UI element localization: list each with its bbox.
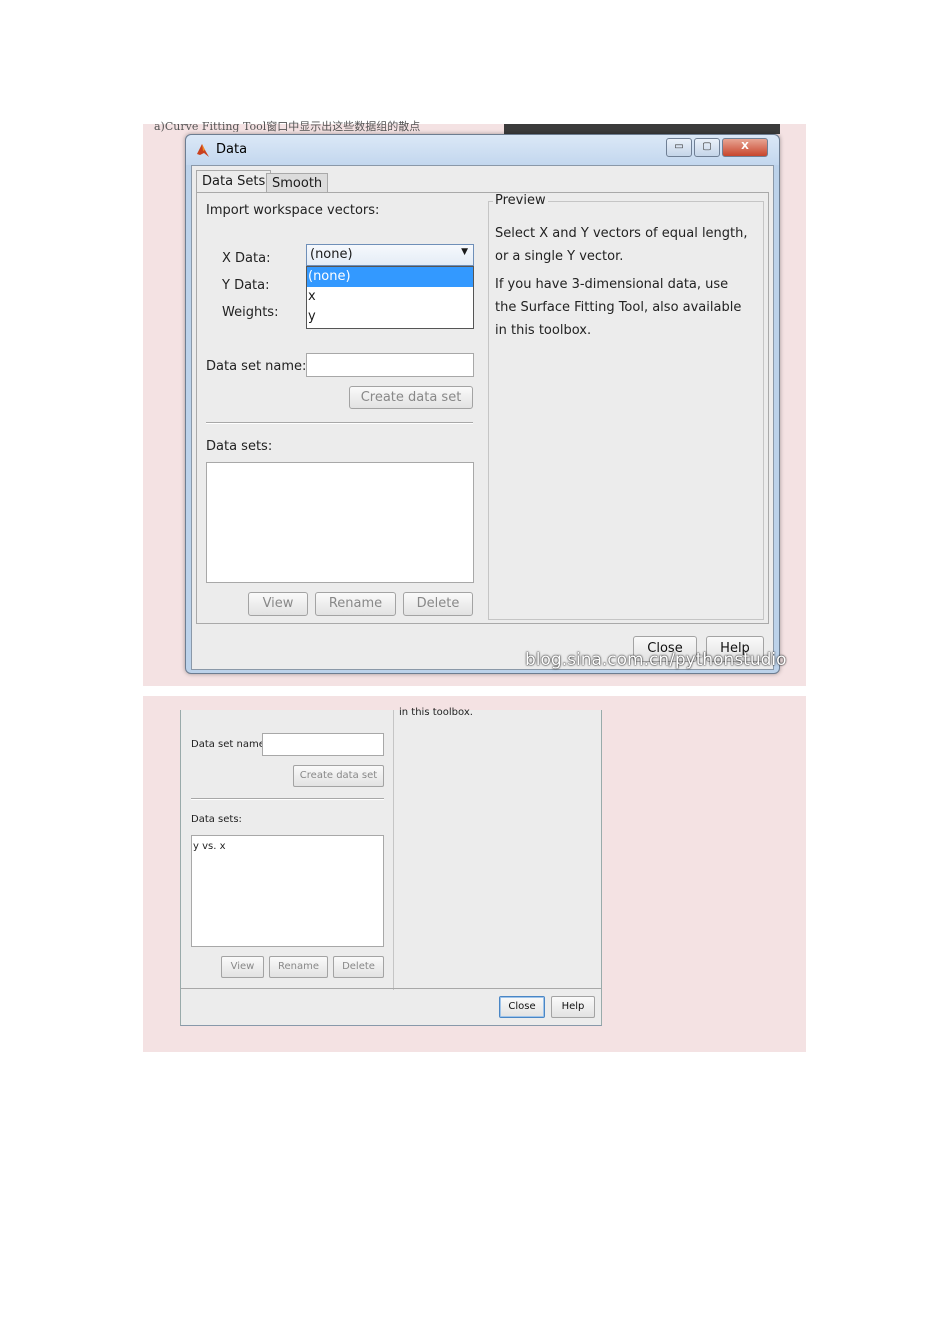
create-dataset-button[interactable]: Create data set: [349, 386, 473, 409]
data-sets-panel: Import workspace vectors: X Data: Y Data…: [196, 192, 769, 624]
footer-divider: [181, 988, 601, 989]
preview-title: Preview: [493, 193, 548, 208]
delete-button[interactable]: Delete: [333, 956, 384, 978]
watermark: blog.sina.com.cn/pythonstudio: [525, 650, 787, 670]
datasets-heading: Data sets:: [206, 439, 273, 454]
list-item[interactable]: y vs. x: [193, 841, 226, 852]
preview-line: the Surface Fitting Tool, also available: [495, 300, 742, 315]
dataset-name-label: Data set name:: [191, 739, 269, 750]
chevron-down-icon: ▼: [461, 247, 468, 257]
x-data-selected-value: (none): [310, 247, 353, 262]
caption-text: a)Curve Fitting Tool窗口中显示出这些数据组的散点: [154, 120, 421, 132]
preview-line: If you have 3-dimensional data, use: [495, 277, 729, 292]
import-heading: Import workspace vectors:: [206, 203, 380, 218]
divider: [206, 422, 473, 424]
tab-data-sets[interactable]: Data Sets: [196, 170, 272, 193]
dataset-name-label: Data set name:: [206, 359, 307, 374]
x-data-label: X Data:: [222, 251, 271, 266]
minimize-icon: ▭: [674, 141, 684, 152]
rename-button[interactable]: Rename: [315, 592, 396, 616]
dropdown-option[interactable]: y: [307, 307, 473, 327]
preview-line: in this toolbox.: [399, 707, 473, 718]
datasets-heading: Data sets:: [191, 814, 242, 825]
help-button[interactable]: Help: [551, 996, 595, 1018]
title-bar[interactable]: Data ▭ ▢ X: [186, 135, 779, 165]
datasets-listbox[interactable]: y vs. x: [191, 835, 384, 947]
dropdown-option[interactable]: (none): [307, 267, 473, 287]
x-data-dropdown-list: (none) x y: [306, 266, 474, 329]
weights-label: Weights:: [222, 305, 279, 320]
datasets-listbox[interactable]: [206, 462, 474, 583]
preview-group: [393, 710, 599, 990]
tab-smooth[interactable]: Smooth: [266, 173, 329, 193]
maximize-button[interactable]: ▢: [694, 138, 720, 157]
preview-line: or a single Y vector.: [495, 249, 624, 264]
dataset-name-field[interactable]: [306, 353, 474, 377]
view-button[interactable]: View: [248, 592, 308, 616]
dataset-name-field[interactable]: [262, 733, 384, 756]
close-button[interactable]: Close: [499, 996, 545, 1018]
create-dataset-button[interactable]: Create data set: [293, 765, 384, 787]
view-button[interactable]: View: [221, 956, 264, 978]
x-data-select[interactable]: (none) ▼: [306, 244, 474, 266]
dialog-client: Data Sets Smooth Import workspace vector…: [191, 165, 774, 670]
divider: [191, 798, 384, 800]
data-dialog: Data ▭ ▢ X Data Sets Smooth Import works…: [185, 134, 780, 674]
delete-button[interactable]: Delete: [403, 592, 473, 616]
close-icon: X: [741, 141, 749, 152]
minimize-button[interactable]: ▭: [666, 138, 692, 157]
close-window-button[interactable]: X: [722, 138, 768, 157]
dropdown-option[interactable]: x: [307, 287, 473, 307]
maximize-icon: ▢: [702, 141, 712, 152]
y-data-label: Y Data:: [222, 278, 270, 293]
preview-line: in this toolbox.: [495, 323, 592, 338]
window-title: Data: [216, 142, 248, 157]
rename-button[interactable]: Rename: [269, 956, 328, 978]
cropped-data-dialog: in this toolbox. Data set name: Create d…: [180, 707, 602, 1026]
taskbar-fragment: [504, 124, 780, 134]
preview-line: Select X and Y vectors of equal length,: [495, 226, 748, 241]
matlab-logo-icon: [197, 144, 209, 157]
